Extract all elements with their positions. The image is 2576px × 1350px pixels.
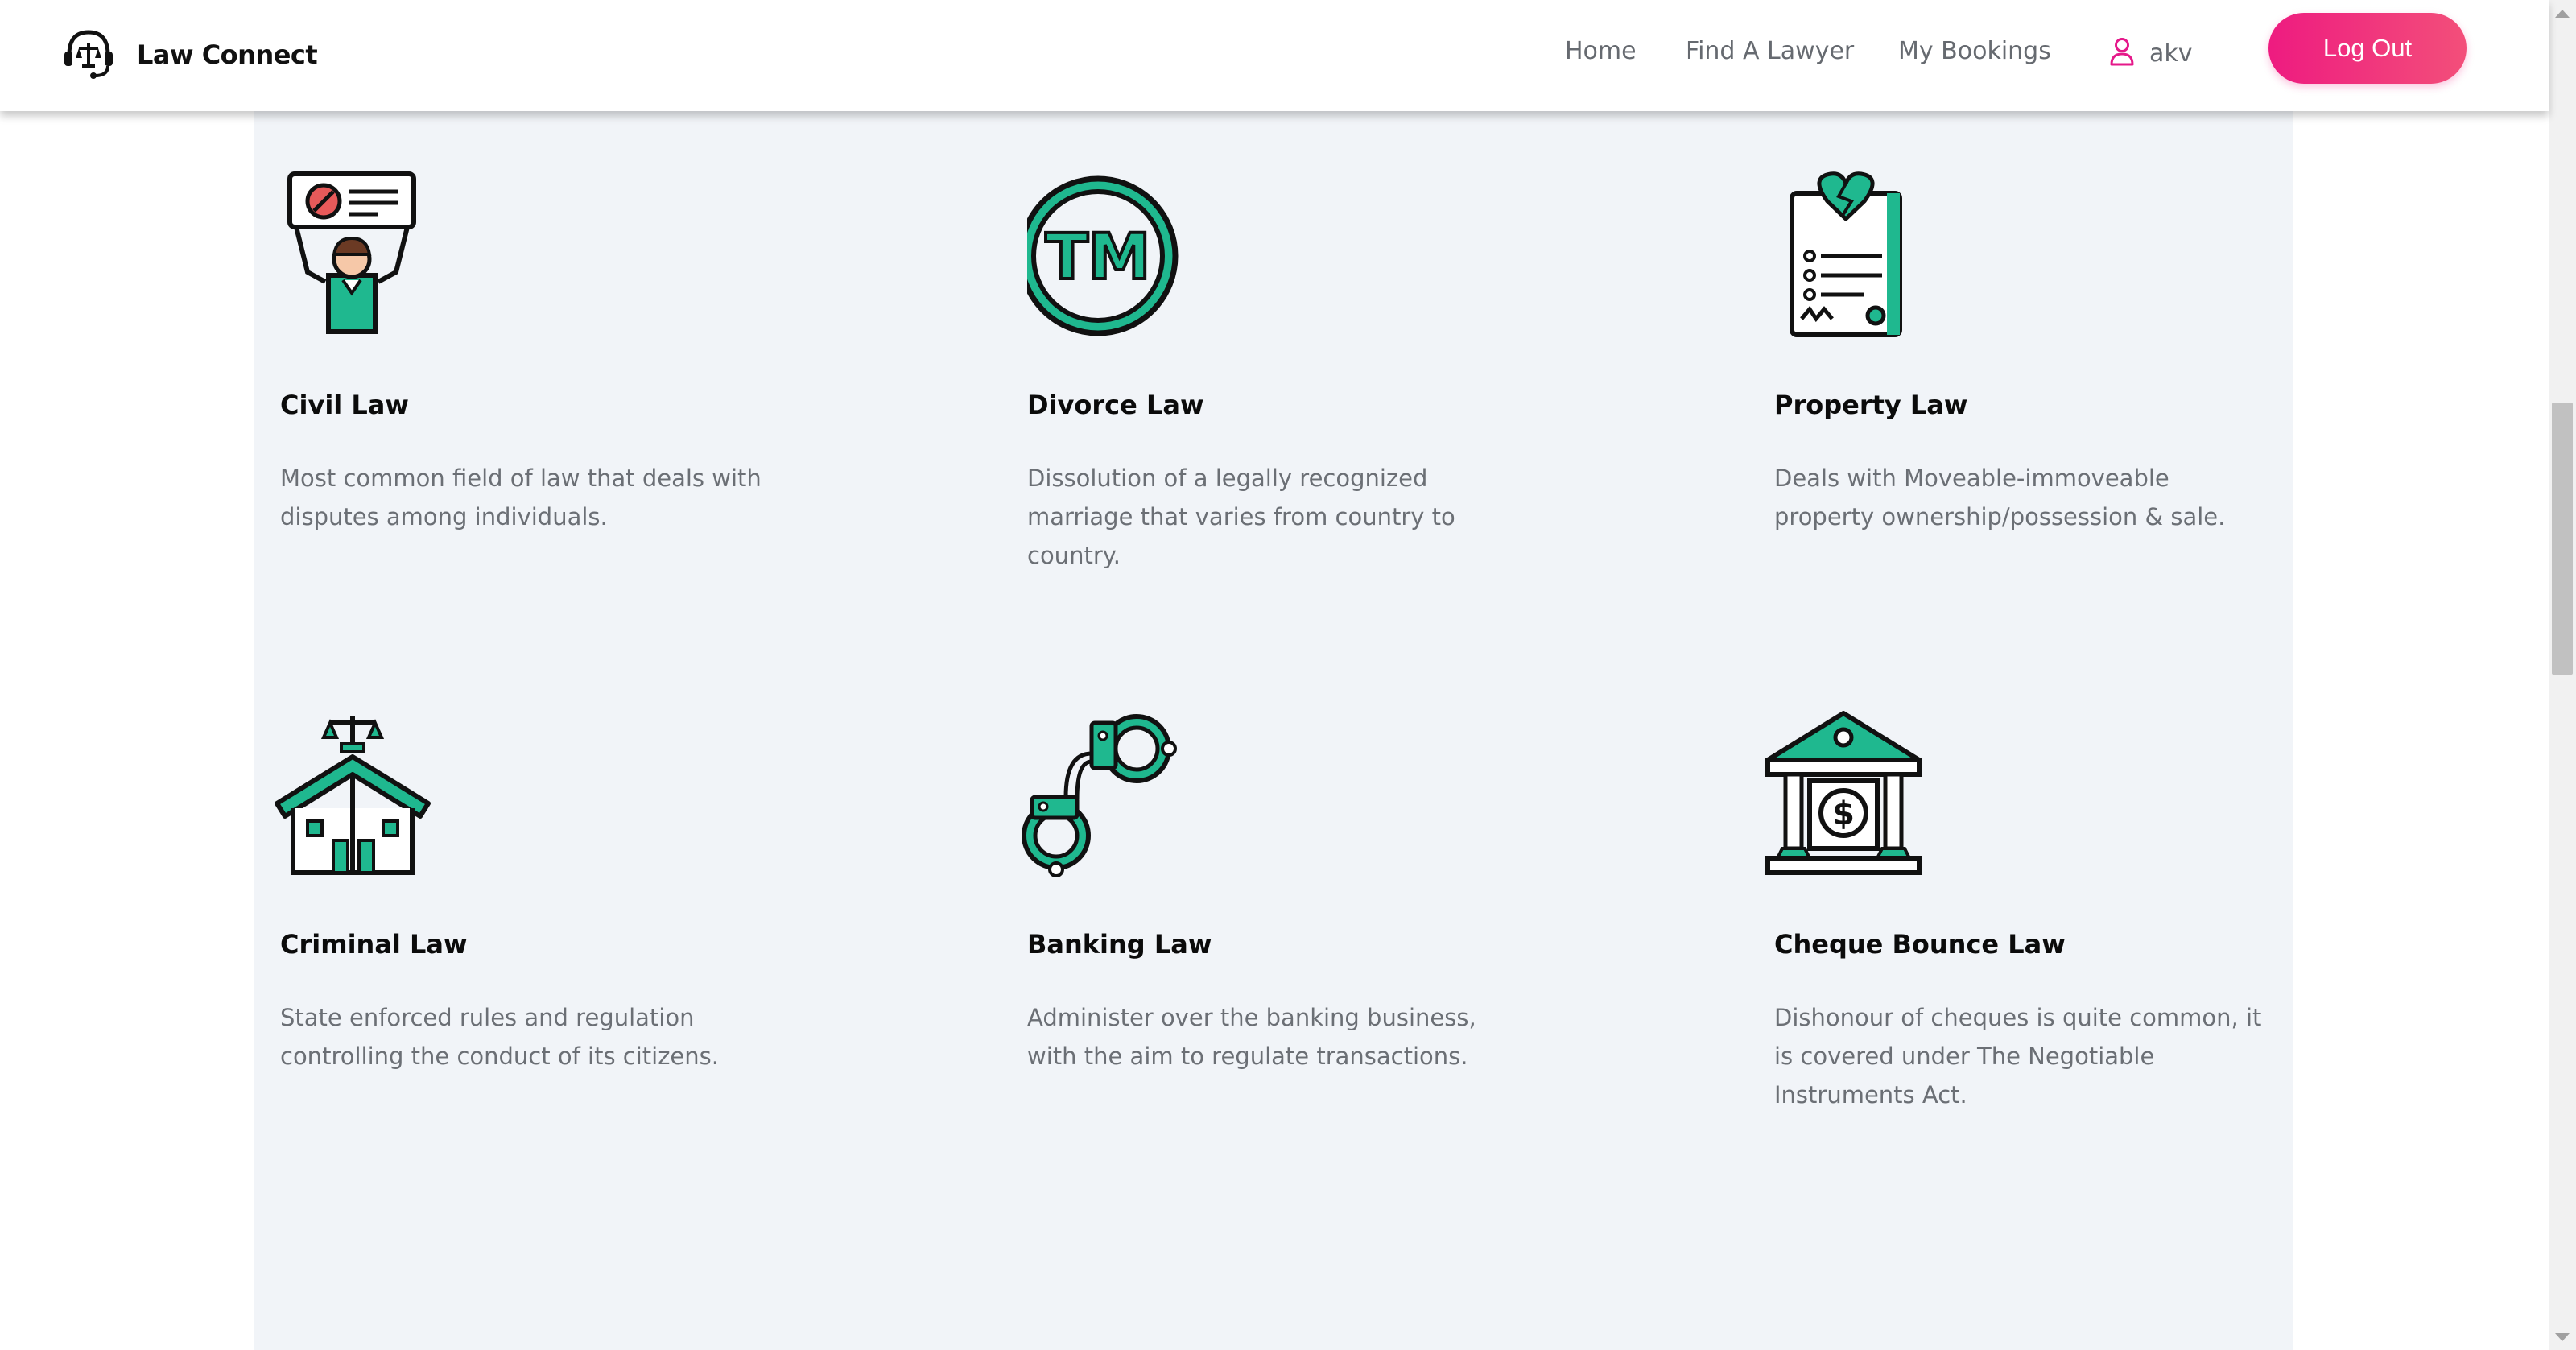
card-title: Civil Law xyxy=(280,390,409,420)
courthouse-scales-icon xyxy=(272,708,441,877)
card-title: Cheque Bounce Law xyxy=(1774,929,2066,960)
broken-heart-document-icon xyxy=(1774,169,1943,338)
user-profile-link[interactable]: akv xyxy=(2109,37,2193,69)
nav-home-link[interactable]: Home xyxy=(1565,37,1637,65)
card-description: State enforced rules and regulation cont… xyxy=(280,1004,719,1070)
card-description: Administer over the banking business, wi… xyxy=(1027,1004,1476,1070)
practice-card-divorce-law[interactable]: TM Divorce Law Dissolution of a legally … xyxy=(1018,169,1542,569)
scroll-down-arrow-icon[interactable] xyxy=(2555,1333,2570,1341)
practice-card-cheque-bounce-law[interactable]: $ Cheque Bounce Law Dishonour of cheques… xyxy=(1763,708,2278,1108)
card-description: Dishonour of cheques is quite common, it… xyxy=(1774,1004,2262,1108)
law-connect-logo-icon xyxy=(61,26,116,84)
practice-card-banking-law[interactable]: Banking Law Administer over the banking … xyxy=(1016,708,1531,1087)
svg-text:$: $ xyxy=(1832,795,1855,832)
trademark-icon: TM xyxy=(1018,169,1196,338)
card-title: Divorce Law xyxy=(1027,390,1204,420)
bank-dollar-icon: $ xyxy=(1763,708,1932,877)
practice-card-property-law[interactable]: Property Law Deals with Moveable-immovea… xyxy=(1774,169,2289,547)
card-title: Property Law xyxy=(1774,390,1968,420)
top-navbar: Law Connect Home Find A Lawyer My Bookin… xyxy=(0,0,2549,111)
handcuffs-icon xyxy=(1016,708,1185,877)
logout-button[interactable]: Log Out xyxy=(2268,13,2467,84)
vertical-scrollbar[interactable] xyxy=(2549,0,2576,1350)
protester-sign-icon xyxy=(280,169,449,338)
card-title: Banking Law xyxy=(1027,929,1212,960)
card-description: Deals with Moveable-immoveable property … xyxy=(1774,464,2226,531)
card-title: Criminal Law xyxy=(280,929,468,960)
user-name: akv xyxy=(2149,39,2193,68)
card-description: Dissolution of a legally recognized marr… xyxy=(1027,464,1455,569)
scrollbar-thumb[interactable] xyxy=(2552,403,2573,675)
practice-card-civil-law[interactable]: Civil Law Most common field of law that … xyxy=(280,169,795,547)
nav-find-lawyer-link[interactable]: Find A Lawyer xyxy=(1686,37,1854,65)
card-description: Most common field of law that deals with… xyxy=(280,464,762,531)
svg-text:TM: TM xyxy=(1046,221,1151,294)
brand-name: Law Connect xyxy=(137,39,318,70)
nav-my-bookings-link[interactable]: My Bookings xyxy=(1898,37,2051,65)
brand[interactable]: Law Connect xyxy=(61,23,318,87)
user-icon xyxy=(2109,37,2135,69)
practice-card-criminal-law[interactable]: Criminal Law State enforced rules and re… xyxy=(272,708,787,1087)
scroll-up-arrow-icon[interactable] xyxy=(2555,10,2570,18)
